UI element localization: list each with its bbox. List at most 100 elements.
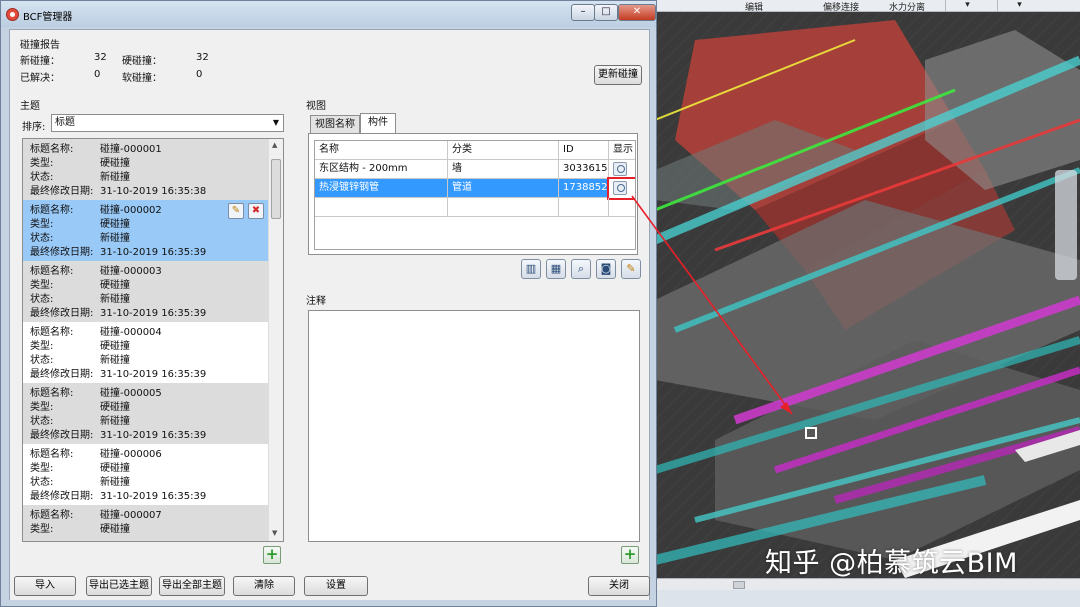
topic-modified: 31-10-2019 16:35:39 <box>100 247 207 258</box>
topic-list[interactable]: 标题名称: 碰撞-000001 类型: 硬碰撞 状态: 新碰撞 最终修改日期: 31-1… <box>22 138 284 542</box>
minimize-button[interactable]: – <box>571 4 595 21</box>
column-header-id[interactable]: ID <box>559 141 609 160</box>
field-label-modified: 最终修改日期: <box>30 186 94 197</box>
delete-x-icon[interactable]: ✖ <box>248 203 264 219</box>
topic-type: 硬碰撞 <box>100 158 130 169</box>
field-label-type: 类型: <box>30 341 54 352</box>
edit-pencil-icon[interactable]: ✎ <box>228 203 244 219</box>
close-window-button[interactable]: ✕ <box>618 4 656 21</box>
topic-item[interactable]: 标题名称: 碰撞-000006 类型: 硬碰撞 状态: 新碰撞 最终修改日期: 31-1… <box>23 444 269 505</box>
field-label-status: 状态: <box>30 477 54 488</box>
section-box-icon[interactable]: ▥ <box>521 259 541 279</box>
cell-name: 热浸镀锌钢管 <box>315 179 448 198</box>
settings-button[interactable]: 设置 <box>304 576 368 596</box>
topic-name: 碰撞-000001 <box>100 144 162 155</box>
topic-item[interactable]: 标题名称: 碰撞-000003 类型: 硬碰撞 状态: 新碰撞 最终修改日期: 31-1… <box>23 261 269 322</box>
add-topic-button[interactable]: + <box>263 546 281 564</box>
comments-heading: 注释 <box>306 296 326 307</box>
close-button[interactable]: 关闭 <box>588 576 650 596</box>
field-label-name: 标题名称: <box>30 205 74 216</box>
topic-type: 硬碰撞 <box>100 524 130 535</box>
field-label-type: 类型: <box>30 219 54 230</box>
export-selected-button[interactable]: 导出已选主题 <box>86 576 152 596</box>
sort-dropdown[interactable]: 标题 ▼ <box>51 114 284 132</box>
export-all-button[interactable]: 导出全部主题 <box>159 576 225 596</box>
zoom-to-element-icon[interactable] <box>613 162 627 176</box>
scroll-thumb[interactable] <box>271 159 281 219</box>
table-row[interactable]: 东区结构 - 200mm 墙 3033615 <box>315 160 635 179</box>
field-label-status: 状态: <box>30 294 54 305</box>
toolbar-item-offset-connect[interactable]: 偏移连接 <box>823 0 859 13</box>
update-clash-button[interactable]: 更新碰撞 <box>594 65 642 85</box>
viewport-horizontal-scrollbar[interactable] <box>655 578 1080 590</box>
column-header-name[interactable]: 名称 <box>315 141 448 160</box>
column-header-show[interactable]: 显示 <box>609 141 635 160</box>
soft-clash-label: 软碰撞： <box>122 73 162 84</box>
new-clash-value: 32 <box>94 52 107 63</box>
column-header-category[interactable]: 分类 <box>448 141 559 160</box>
components-tab-panel: 名称 分类 ID 显示 东区结构 - 200mm 墙 3033615 热浸镀锌钢… <box>308 133 638 255</box>
topic-list-scrollbar[interactable]: ▲ ▼ <box>268 139 283 541</box>
section-grid-icon[interactable]: ▦ <box>546 259 566 279</box>
field-label-status: 状态: <box>30 172 54 183</box>
topic-name: 碰撞-000005 <box>100 388 162 399</box>
navigation-bar[interactable] <box>1055 170 1077 280</box>
toolbar-item-hydraulic-separation[interactable]: 水力分离 <box>889 0 925 13</box>
title-bar[interactable]: BCF管理器 – □ ✕ <box>1 1 656 27</box>
clear-button[interactable]: 清除 <box>233 576 295 596</box>
bcf-manager-window: BCF管理器 – □ ✕ 碰撞报告 新碰撞： 32 硬碰撞： 32 已解决： 0… <box>0 0 657 607</box>
topic-modified: 31-10-2019 16:35:39 <box>100 491 207 502</box>
topic-modified: 31-10-2019 16:35:39 <box>100 430 207 441</box>
sort-dropdown-value: 标题 <box>55 117 75 128</box>
field-label-type: 类型: <box>30 463 54 474</box>
topic-type: 硬碰撞 <box>100 402 130 413</box>
viewport-scroll-thumb[interactable] <box>733 581 745 589</box>
topic-name: 碰撞-000003 <box>100 266 162 277</box>
topic-item-selected[interactable]: 标题名称: 碰撞-000002 类型: 硬碰撞 状态: 新碰撞 最终修改日期: 31-1… <box>23 200 269 261</box>
topic-name: 碰撞-000006 <box>100 449 162 460</box>
field-label-name: 标题名称: <box>30 144 74 155</box>
revit-toolbar: 编辑 偏移连接 水力分离 ▾ ▾ <box>655 0 1080 13</box>
tab-components[interactable]: 构件 <box>360 113 396 134</box>
topic-item[interactable]: 标题名称: 碰撞-000005 类型: 硬碰撞 状态: 新碰撞 最终修改日期: 31-1… <box>23 383 269 444</box>
cell-name: 东区结构 - 200mm <box>315 160 448 179</box>
3d-model-viewport[interactable]: 编辑 偏移连接 水力分离 ▾ ▾ 知乎 @柏慕筑云BIM <box>655 0 1080 607</box>
watermark: 知乎 @柏慕筑云BIM <box>765 548 1018 579</box>
resolved-label: 已解决： <box>20 73 60 84</box>
topic-item[interactable]: 标题名称: 碰撞-000007 类型: 硬碰撞 <box>23 505 269 541</box>
window-title: BCF管理器 <box>23 12 73 23</box>
soft-clash-value: 0 <box>196 69 203 80</box>
maximize-button[interactable]: □ <box>594 4 618 21</box>
hard-clash-label: 硬碰撞： <box>122 56 162 67</box>
topic-item[interactable]: 标题名称: 碰撞-000004 类型: 硬碰撞 状态: 新碰撞 最终修改日期: 31-1… <box>23 322 269 383</box>
topic-modified: 31-10-2019 16:35:38 <box>100 186 207 197</box>
field-label-name: 标题名称: <box>30 388 74 399</box>
comments-list[interactable] <box>308 310 640 542</box>
zoom-to-element-icon[interactable] <box>613 181 627 195</box>
topic-modified: 31-10-2019 16:35:39 <box>100 369 207 380</box>
scroll-up-arrow-icon[interactable]: ▲ <box>272 141 277 149</box>
toolbar-dropdown-2[interactable]: ▾ <box>997 0 1041 11</box>
import-button[interactable]: 导入 <box>14 576 76 596</box>
zoom-view-icon[interactable]: ⌕ <box>571 259 591 279</box>
dialog-footer: 导入 导出已选主题 导出全部主题 清除 设置 关闭 <box>10 572 650 600</box>
scroll-down-arrow-icon[interactable]: ▼ <box>272 529 277 537</box>
topic-status: 新碰撞 <box>100 477 130 488</box>
table-row-selected[interactable]: 热浸镀锌钢管 管道 1738852 <box>315 177 635 200</box>
tab-view-name[interactable]: 视图名称 <box>310 115 360 134</box>
field-label-modified: 最终修改日期: <box>30 430 94 441</box>
field-label-modified: 最终修改日期: <box>30 247 94 258</box>
app-logo-icon <box>6 8 19 21</box>
toolbar-dropdown-1[interactable]: ▾ <box>945 0 989 11</box>
field-label-type: 类型: <box>30 158 54 169</box>
cell-id: 1738852 <box>559 179 609 198</box>
add-comment-button[interactable]: + <box>621 546 639 564</box>
toolbar-item-edit[interactable]: 编辑 <box>745 0 763 13</box>
field-label-modified: 最终修改日期: <box>30 369 94 380</box>
topic-type: 硬碰撞 <box>100 463 130 474</box>
cell-category: 管道 <box>448 179 559 198</box>
camera-snapshot-icon[interactable]: ◙ <box>596 259 616 279</box>
edit-pencil-icon[interactable]: ✎ <box>621 259 641 279</box>
topic-status: 新碰撞 <box>100 416 130 427</box>
topic-item[interactable]: 标题名称: 碰撞-000001 类型: 硬碰撞 状态: 新碰撞 最终修改日期: 31-1… <box>23 139 269 200</box>
